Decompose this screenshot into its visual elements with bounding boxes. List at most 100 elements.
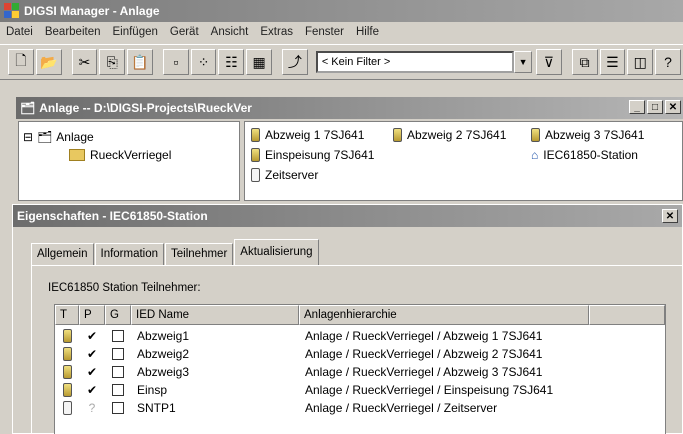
tab-strip: Allgemein Information Teilnehmer Aktuali… — [31, 239, 320, 265]
tree-node-anlage[interactable]: ⊟ 🗂 Anlage — [23, 130, 94, 144]
hierarchy-path: Anlage / RueckVerriegel / Abzweig 1 7SJ6… — [305, 329, 543, 343]
list-view-icon[interactable]: ☷ — [218, 49, 245, 75]
hierarchy-path: Anlage / RueckVerriegel / Einspeisung 7S… — [305, 383, 554, 397]
close-icon[interactable]: ✕ — [662, 209, 678, 223]
table-row[interactable]: ✔ Abzweig1 Anlage / RueckVerriegel / Abz… — [55, 327, 589, 345]
col-header-ied-name[interactable]: IED Name — [131, 305, 299, 325]
menu-bar: Datei Bearbeiten Einfügen Gerät Ansicht … — [0, 22, 683, 42]
g-checkbox[interactable] — [112, 330, 124, 342]
list-item[interactable]: Abzweig 2 7SJ641 — [393, 128, 506, 142]
paste-icon[interactable]: 📋 — [127, 49, 153, 75]
device-icon — [393, 128, 402, 142]
project-window-title[interactable]: 🗂 Anlage -- D:\DIGSI-Projects\RueckVer — [16, 97, 683, 119]
col-header-p[interactable]: P — [79, 305, 105, 325]
cascade-icon[interactable]: ⧉ — [571, 49, 598, 75]
menu-geraet[interactable]: Gerät — [164, 26, 205, 38]
device-empty-icon — [62, 401, 72, 415]
g-checkbox[interactable] — [112, 348, 124, 360]
p-status: ✔ — [86, 365, 98, 379]
tab-teilnehmer[interactable]: Teilnehmer — [165, 243, 234, 265]
details-view-icon[interactable]: ▦ — [246, 49, 273, 75]
table-row[interactable]: ? SNTP1 Anlage / RueckVerriegel / Zeitse… — [55, 399, 589, 417]
ied-name: Abzweig1 — [137, 329, 190, 343]
copy-icon[interactable]: ⎘ — [99, 49, 126, 75]
tab-allgemein[interactable]: Allgemein — [31, 243, 94, 265]
tree-node-label: Anlage — [56, 130, 94, 144]
menu-ansicht[interactable]: Ansicht — [205, 26, 255, 38]
device-icon — [62, 329, 72, 343]
list-item[interactable]: Zeitserver — [251, 168, 318, 182]
chevron-down-icon[interactable]: ▼ — [514, 51, 532, 73]
up-level-icon[interactable]: ⤴ — [282, 49, 308, 75]
open-icon[interactable]: 📂 — [35, 49, 62, 75]
list-item-label: Abzweig 1 7SJ641 — [265, 128, 365, 142]
menu-bearbeiten[interactable]: Bearbeiten — [39, 26, 107, 38]
device-icon — [62, 347, 72, 361]
p-status: ✔ — [86, 347, 98, 361]
collapse-icon[interactable]: ⊟ — [23, 130, 33, 144]
tile-horizontal-icon[interactable]: ☰ — [599, 49, 626, 75]
col-header-anlagenhierarchie[interactable]: Anlagenhierarchie — [299, 305, 589, 325]
minimize-icon[interactable]: _ — [629, 100, 645, 114]
menu-datei[interactable]: Datei — [0, 26, 39, 38]
col-header-t[interactable]: T — [55, 305, 79, 325]
menu-extras[interactable]: Extras — [254, 26, 299, 38]
tree-node-rueckverriegel[interactable]: RueckVerriegel — [69, 148, 171, 162]
app-title-bar[interactable]: DIGSI Manager - Anlage — [0, 0, 683, 22]
p-status: ✔ — [86, 383, 98, 397]
list-item[interactable]: Einspeisung 7SJ641 — [251, 148, 374, 162]
device-icon — [62, 383, 72, 397]
project-tree: ⊟ 🗂 Anlage RueckVerriegel — [18, 121, 240, 201]
device-empty-icon — [251, 168, 260, 182]
station-icon: ⌂ — [531, 148, 539, 162]
col-header-g[interactable]: G — [105, 305, 131, 325]
hierarchy-path: Anlage / RueckVerriegel / Abzweig 3 7SJ6… — [305, 365, 543, 379]
app-title: DIGSI Manager - Anlage — [24, 4, 160, 18]
list-item[interactable]: Abzweig 3 7SJ641 — [531, 128, 644, 142]
p-status: ✔ — [86, 329, 98, 343]
device-icon — [531, 128, 540, 142]
folder-icon — [69, 149, 85, 161]
menu-fenster[interactable]: Fenster — [299, 26, 350, 38]
device-icon — [251, 148, 260, 162]
list-item-label: Einspeisung 7SJ641 — [265, 148, 375, 162]
project-title: Anlage -- D:\DIGSI-Projects\RueckVer — [39, 101, 252, 115]
maximize-icon[interactable]: □ — [647, 100, 663, 114]
ied-name: SNTP1 — [137, 401, 176, 415]
g-checkbox[interactable] — [112, 384, 124, 396]
dialog-title-bar[interactable]: Eigenschaften - IEC61850-Station — [13, 205, 682, 227]
list-item[interactable]: Abzweig 1 7SJ641 — [251, 128, 364, 142]
table-row[interactable]: ✔ Einsp Anlage / RueckVerriegel / Einspe… — [55, 381, 589, 399]
hierarchy-path: Anlage / RueckVerriegel / Abzweig 2 7SJ6… — [305, 347, 543, 361]
help-icon[interactable]: ? — [655, 49, 681, 75]
large-icons-icon[interactable]: ▫ — [162, 49, 189, 75]
filter-select[interactable]: < Kein Filter > — [315, 51, 515, 73]
ied-name: Abzweig3 — [137, 365, 190, 379]
list-item-label: IEC61850-Station — [543, 148, 638, 162]
new-icon[interactable]: 🗋 — [8, 49, 34, 75]
digsi-app-icon — [4, 3, 20, 19]
ied-name: Abzweig2 — [137, 347, 190, 361]
close-icon[interactable]: ✕ — [665, 100, 681, 114]
table-row[interactable]: ✔ Abzweig2 Anlage / RueckVerriegel / Abz… — [55, 345, 589, 363]
tab-aktualisierung[interactable]: Aktualisierung — [234, 239, 319, 265]
list-item-label: Abzweig 3 7SJ641 — [545, 128, 645, 142]
tree-node-label: RueckVerriegel — [90, 148, 172, 162]
tab-information[interactable]: Information — [94, 243, 165, 265]
tile-vertical-icon[interactable]: ◫ — [627, 49, 654, 75]
toolbar: 🗋 📂 ✂ ⎘ 📋 ▫ ⁘ ☷ ▦ ⤴ < Kein Filter > ▼ ⊽ … — [0, 44, 683, 80]
menu-hilfe[interactable]: Hilfe — [350, 26, 385, 38]
small-icons-icon[interactable]: ⁘ — [190, 49, 217, 75]
device-icon — [62, 365, 72, 379]
tab-panel: IEC61850 Station Teilnehmer: T P G IED N… — [31, 265, 683, 434]
list-item[interactable]: ⌂ IEC61850-Station — [531, 148, 638, 162]
g-checkbox[interactable] — [112, 402, 124, 414]
col-header-empty[interactable] — [589, 305, 665, 325]
menu-einfuegen[interactable]: Einfügen — [106, 26, 163, 38]
properties-dialog: Eigenschaften - IEC61850-Station ✕ Allge… — [12, 204, 683, 434]
filter-settings-icon[interactable]: ⊽ — [535, 49, 562, 75]
p-status: ? — [88, 401, 96, 415]
cut-icon[interactable]: ✂ — [71, 49, 98, 75]
table-row[interactable]: ✔ Abzweig3 Anlage / RueckVerriegel / Abz… — [55, 363, 589, 381]
g-checkbox[interactable] — [112, 366, 124, 378]
